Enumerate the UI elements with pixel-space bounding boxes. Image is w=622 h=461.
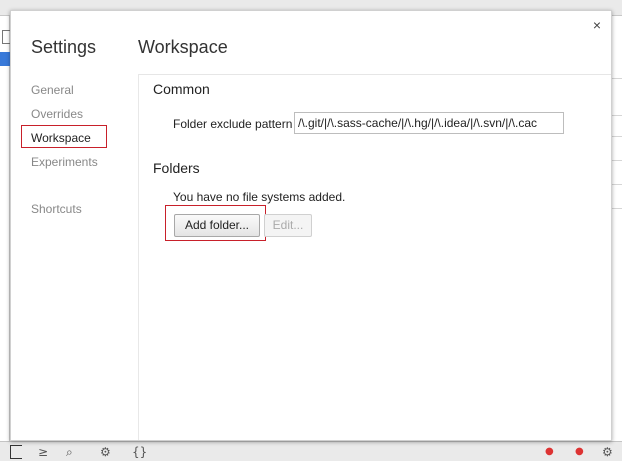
nav-item-general[interactable]: General <box>31 83 74 97</box>
devtools-right-gutter <box>612 16 622 441</box>
exclude-pattern-label: Folder exclude pattern <box>173 117 293 131</box>
nav-item-experiments[interactable]: Experiments <box>31 155 98 169</box>
console-icon[interactable]: ≥ <box>38 445 48 459</box>
divider-line <box>612 160 622 161</box>
gutter-box <box>2 30 10 44</box>
divider-line <box>612 208 622 209</box>
divider-line <box>612 115 622 116</box>
search-icon[interactable]: ⌕ <box>66 445 73 459</box>
section-title-common: Common <box>153 81 210 97</box>
add-folder-button[interactable]: Add folder... <box>174 214 260 237</box>
header-divider <box>138 74 611 75</box>
dock-icon[interactable] <box>10 445 22 459</box>
nav-item-workspace[interactable]: Workspace <box>31 131 91 145</box>
braces-icon[interactable]: {} <box>132 445 147 459</box>
close-icon[interactable]: × <box>589 17 605 33</box>
gutter-selection <box>0 52 10 66</box>
exclude-pattern-input[interactable]: /\.git/|/\.sass-cache/|/\.hg/|/\.idea/|/… <box>294 112 564 134</box>
nav-item-shortcuts[interactable]: Shortcuts <box>31 202 82 216</box>
divider-line <box>612 136 622 137</box>
settings-gear-icon[interactable]: ⚙ <box>602 445 613 459</box>
settings-dialog: Settings × General Overrides Workspace E… <box>10 10 612 441</box>
page-title: Workspace <box>138 37 228 57</box>
error-icon[interactable]: ● <box>545 445 554 459</box>
settings-title: Settings <box>31 37 97 57</box>
nav-item-overrides[interactable]: Overrides <box>31 107 83 121</box>
devtools-left-gutter <box>0 16 10 441</box>
gear-icon[interactable]: ⚙ <box>100 445 111 459</box>
section-title-folders: Folders <box>153 160 200 176</box>
edit-button[interactable]: Edit... <box>264 214 312 237</box>
divider-line <box>612 184 622 185</box>
warning-icon[interactable]: ● <box>575 445 584 459</box>
divider-line <box>612 78 622 79</box>
content-border <box>138 74 139 440</box>
devtools-statusbar: ≥ ⌕ ⚙ {} ● ● ⚙ <box>0 441 622 461</box>
empty-message: You have no file systems added. <box>173 190 346 204</box>
